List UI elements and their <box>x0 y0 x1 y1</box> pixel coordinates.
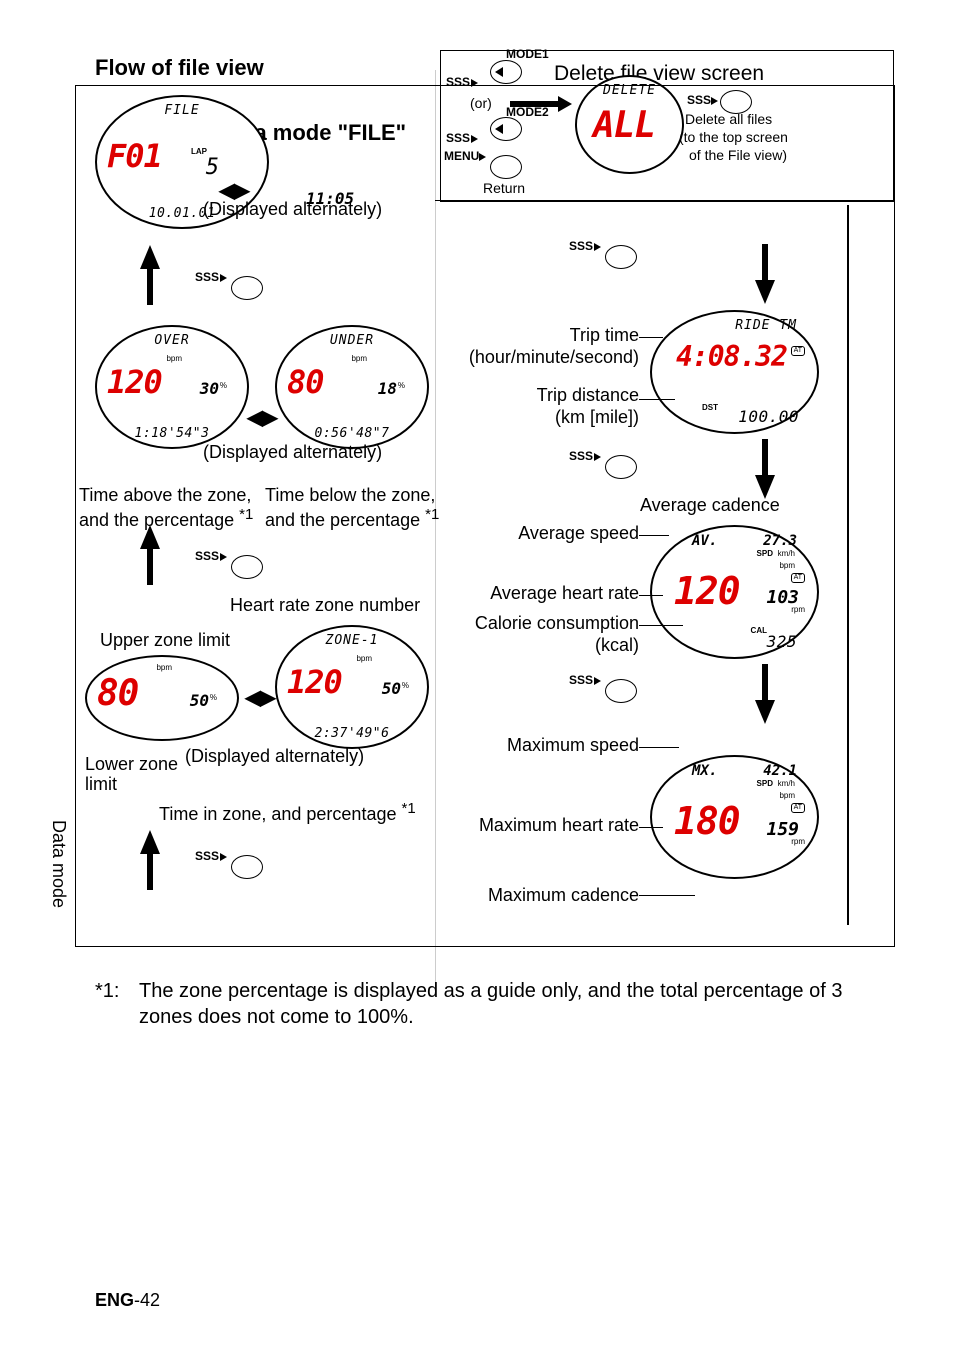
page-number: ENG-42 <box>95 1290 160 1311</box>
sidebar-label: Data mode <box>48 820 69 908</box>
flow-title: Flow of file view <box>95 55 264 81</box>
page-prefix: ENG <box>95 1290 134 1310</box>
footnote: *1: The zone percentage is displayed as … <box>95 978 865 1030</box>
page-num: -42 <box>134 1290 160 1310</box>
outer-box <box>75 85 895 947</box>
footnote-text: The zone percentage is displayed as a gu… <box>139 978 865 1030</box>
footnote-mark: *1: <box>95 978 139 1030</box>
